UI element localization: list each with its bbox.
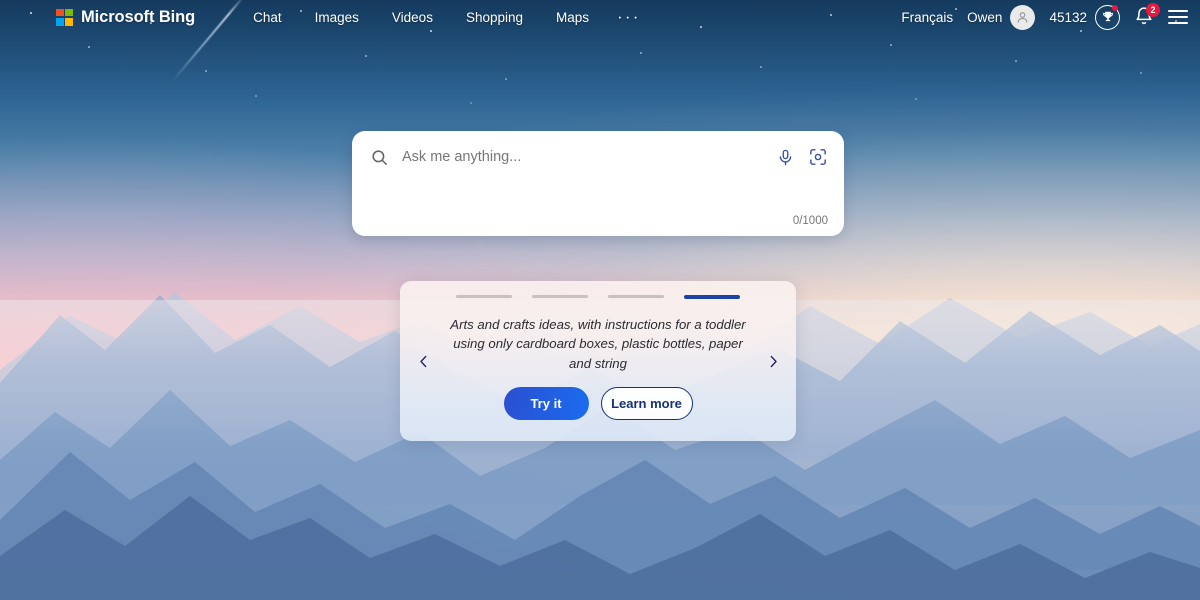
search-input-row xyxy=(352,131,844,183)
search-box: 0/1000 xyxy=(352,131,844,236)
character-counter: 0/1000 xyxy=(792,215,828,227)
carousel-indicator-1[interactable] xyxy=(456,295,512,298)
chevron-left-icon[interactable] xyxy=(412,350,434,372)
carousel-indicators xyxy=(456,295,740,299)
user-name: Owen xyxy=(967,9,1003,25)
brand-title: Microsoft Bing xyxy=(81,7,196,26)
search-action-icons xyxy=(776,147,828,167)
bing-brand-logo[interactable]: Microsoft Bing xyxy=(56,8,195,27)
prompt-carousel-card: Arts and crafts ideas, with instructions… xyxy=(400,281,796,441)
notification-badge: 2 xyxy=(1146,3,1160,17)
carousel-indicator-2[interactable] xyxy=(532,295,588,298)
nav-item-images[interactable]: Images xyxy=(315,10,359,25)
carousel-indicator-3[interactable] xyxy=(608,295,664,298)
rewards-points[interactable]: 45132 xyxy=(1049,4,1120,30)
person-avatar-icon xyxy=(1010,4,1036,30)
mountain-layer-foreground xyxy=(0,496,1200,600)
header-right-cluster: Français Owen 45132 2 xyxy=(901,3,1188,30)
hamburger-menu-icon[interactable] xyxy=(1168,10,1188,24)
search-input[interactable] xyxy=(402,149,776,165)
rewards-alert-dot xyxy=(1112,4,1118,11)
microsoft-logo-icon xyxy=(56,8,73,26)
learn-more-button[interactable]: Learn more xyxy=(600,387,693,420)
nav-item-shopping[interactable]: Shopping xyxy=(466,10,523,25)
card-actions: Try it Learn more xyxy=(503,387,693,420)
magnifier-search-icon[interactable] xyxy=(370,148,389,167)
main-nav: Chat Images Videos Shopping Maps ··· xyxy=(253,8,641,25)
nav-item-maps[interactable]: Maps xyxy=(556,10,589,25)
rewards-points-value: 45132 xyxy=(1049,9,1087,25)
nav-item-videos[interactable]: Videos xyxy=(392,10,433,25)
nav-item-chat[interactable]: Chat xyxy=(253,10,282,25)
notifications-button[interactable]: 2 xyxy=(1134,3,1160,28)
chevron-right-icon[interactable] xyxy=(762,350,784,372)
nav-more-icon[interactable]: ··· xyxy=(617,8,641,25)
user-account[interactable]: Owen xyxy=(967,4,1036,30)
trophy-rewards-icon xyxy=(1095,4,1120,30)
try-it-button[interactable]: Try it xyxy=(503,387,589,420)
prompt-text: Arts and crafts ideas, with instructions… xyxy=(450,316,746,371)
visual-search-camera-icon[interactable] xyxy=(808,147,828,167)
bing-homepage: Microsoft Bing Chat Images Videos Shoppi… xyxy=(0,0,1200,600)
language-switcher[interactable]: Français xyxy=(901,10,953,25)
top-navigation-bar: Microsoft Bing Chat Images Videos Shoppi… xyxy=(0,0,1200,34)
microphone-icon[interactable] xyxy=(776,148,795,167)
carousel-indicator-4[interactable] xyxy=(684,295,740,299)
